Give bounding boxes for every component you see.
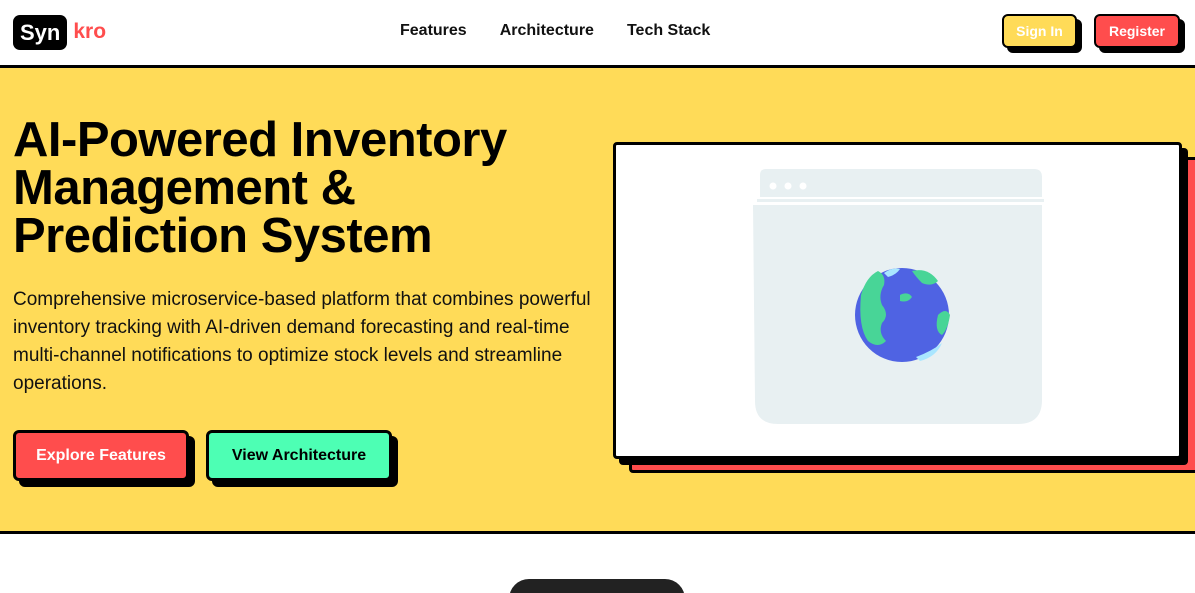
hero-description: Comprehensive microservice-based platfor…: [13, 289, 591, 394]
hero-title-line-1: AI-Powered Inventory: [13, 113, 507, 167]
sign-in-button[interactable]: Sign In: [1002, 14, 1077, 48]
hero-title-line-2: Management &: [13, 161, 356, 215]
nav-links: Features Architecture Tech Stack: [400, 22, 710, 40]
nav-link-tech-stack[interactable]: Tech Stack: [627, 22, 710, 40]
logo-box-text: Syn: [13, 14, 68, 50]
globe-in-browser-window-icon: [753, 169, 1044, 424]
floating-pill: [509, 579, 685, 593]
hero-title: AI-Powered Inventory Management & Predic…: [13, 113, 593, 263]
logo[interactable]: Syn kro: [13, 14, 106, 50]
nav-link-architecture[interactable]: Architecture: [500, 22, 594, 40]
hero-title-line-3: Prediction System: [13, 209, 433, 263]
explore-features-button[interactable]: Explore Features: [13, 430, 189, 481]
nav-link-features[interactable]: Features: [400, 22, 467, 40]
register-button[interactable]: Register: [1094, 14, 1180, 48]
top-navbar: Syn kro Features Architecture Tech Stack…: [0, 0, 1195, 68]
view-architecture-button[interactable]: View Architecture: [206, 430, 392, 481]
logo-rest-text: kro: [73, 20, 107, 43]
hero-section: AI-Powered Inventory Management & Predic…: [0, 68, 1195, 534]
illustration-card: [613, 142, 1182, 459]
